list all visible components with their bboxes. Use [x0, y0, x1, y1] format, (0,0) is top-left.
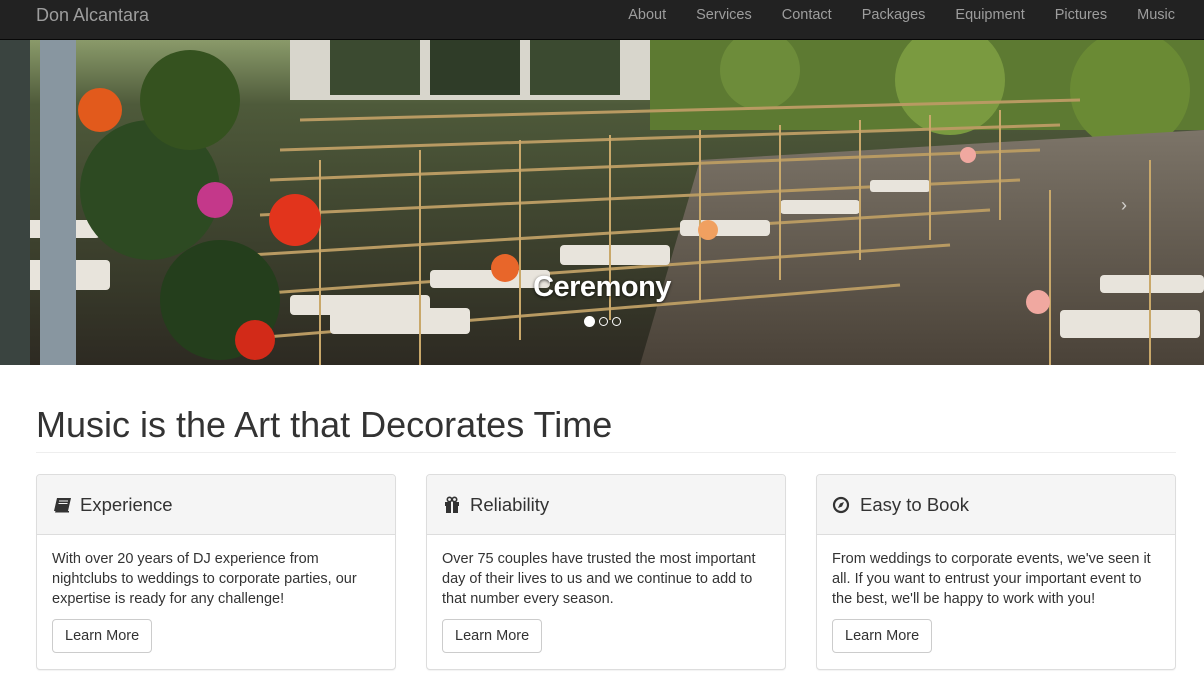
- feature-panel-easy-to-book: Easy to Book From weddings to corporate …: [816, 474, 1176, 670]
- nav-packages[interactable]: Packages: [847, 0, 941, 40]
- panel-title: Experience: [80, 493, 173, 515]
- nav-equipment[interactable]: Equipment: [940, 0, 1039, 40]
- header-divider: [36, 452, 1176, 453]
- nav-services[interactable]: Services: [681, 0, 767, 40]
- panel-text: With over 20 years of DJ experience from…: [52, 551, 357, 607]
- panel-text: Over 75 couples have trusted the most im…: [442, 551, 756, 607]
- compass-icon: [832, 496, 850, 513]
- carousel-indicator-2[interactable]: [598, 317, 608, 326]
- nav-pictures[interactable]: Pictures: [1040, 0, 1122, 40]
- brand-link[interactable]: Don Alcantara: [36, 0, 149, 40]
- nav-about[interactable]: About: [613, 0, 681, 40]
- panel-body: Over 75 couples have trusted the most im…: [427, 535, 785, 653]
- learn-more-button[interactable]: Learn More: [52, 619, 153, 653]
- panel-title: Reliability: [470, 493, 550, 515]
- page-title: Music is the Art that Decorates Time: [36, 404, 613, 445]
- carousel-caption: Ceremony: [533, 271, 671, 303]
- navbar: Don Alcantara About Services Contact Pac…: [0, 0, 1204, 40]
- nav-music[interactable]: Music: [1122, 0, 1190, 40]
- carousel-indicator-3[interactable]: [611, 317, 621, 326]
- hero-carousel[interactable]: Ceremony ›: [0, 40, 1204, 365]
- carousel-next-icon[interactable]: ›: [1121, 195, 1127, 216]
- nav-contact[interactable]: Contact: [767, 0, 847, 40]
- panel-heading: Easy to Book: [817, 475, 1175, 535]
- gift-icon: [445, 495, 459, 513]
- feature-panel-experience: Experience With over 20 years of DJ expe…: [36, 474, 396, 670]
- carousel-indicators: [0, 316, 1204, 327]
- carousel-indicator-1[interactable]: [583, 316, 595, 327]
- main-nav: About Services Contact Packages Equipmen…: [613, 0, 1190, 40]
- panel-text: From weddings to corporate events, we've…: [832, 551, 1151, 607]
- panel-body: From weddings to corporate events, we've…: [817, 535, 1175, 653]
- book-icon: [54, 497, 71, 512]
- learn-more-button[interactable]: Learn More: [832, 619, 933, 653]
- panel-body: With over 20 years of DJ experience from…: [37, 535, 395, 653]
- panel-heading: Reliability: [427, 475, 785, 535]
- panel-title: Easy to Book: [860, 493, 970, 515]
- learn-more-button[interactable]: Learn More: [442, 619, 543, 653]
- panel-heading: Experience: [37, 475, 395, 535]
- feature-panel-reliability: Reliability Over 75 couples have trusted…: [426, 474, 786, 670]
